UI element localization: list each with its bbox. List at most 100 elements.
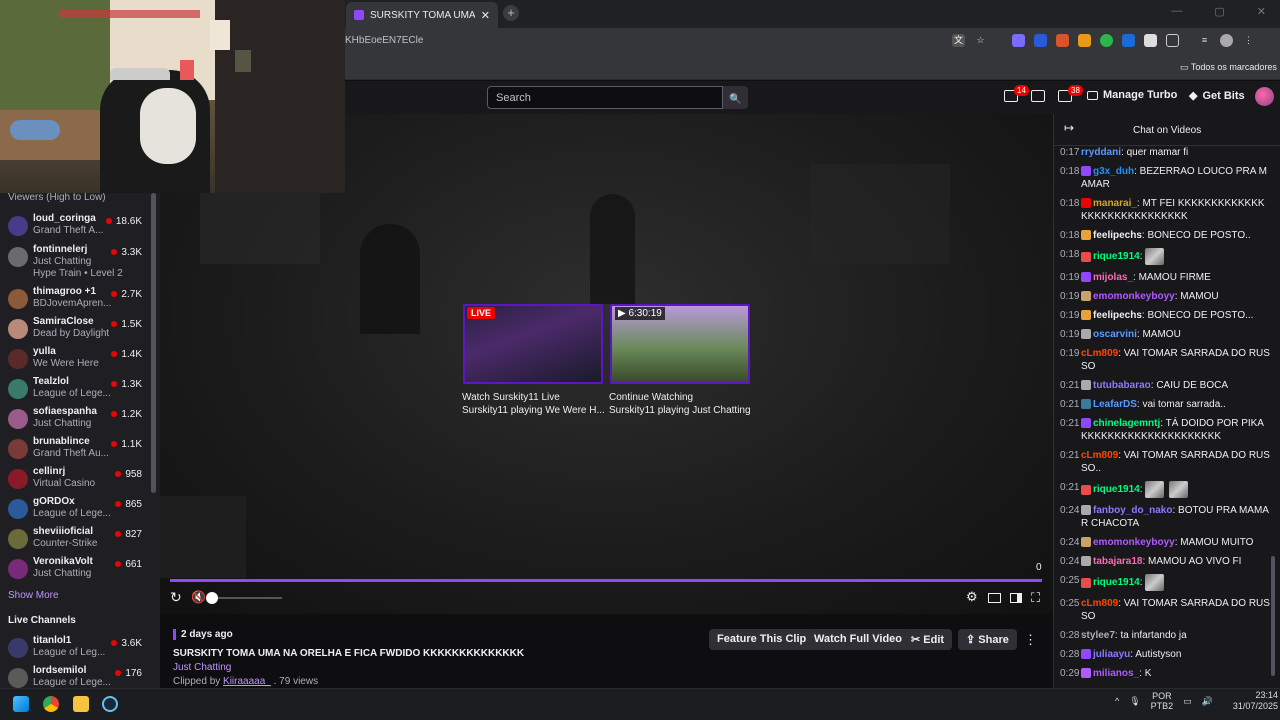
chat-username[interactable]: rique1914 [1093, 577, 1140, 588]
get-bits-button[interactable]: ◆ Get Bits [1189, 89, 1245, 103]
replay-icon[interactable]: ↻ [170, 589, 182, 606]
chrome-menu-icon[interactable]: ⋮ [1242, 34, 1255, 47]
sidebar-channel[interactable]: brunablince Grand Theft Au... 1.1K [0, 435, 150, 465]
more-options-icon[interactable]: ⋮ [1024, 632, 1037, 648]
chat-username[interactable]: stylee7 [1081, 630, 1115, 641]
volume-icon[interactable]: 🔊 [1202, 696, 1213, 707]
chat-scrollbar[interactable] [1271, 556, 1275, 676]
maximize-icon[interactable]: ▢ [1214, 5, 1224, 18]
sidebar-channel[interactable]: sheviiioficial Counter-Strike 827 [0, 525, 150, 555]
chat-username[interactable]: fanboy_do_nako [1093, 505, 1172, 516]
sidebar-channel[interactable]: fontinnelerj Just Chatting 3.3K Hype Train … [0, 243, 150, 279]
clock[interactable]: 23:14 31/07/2025 [1233, 690, 1278, 712]
extension-2-icon[interactable] [1034, 34, 1047, 47]
media-control-icon[interactable]: ≡ [1198, 34, 1211, 47]
chat-username[interactable]: emomonkeyboyy [1093, 537, 1175, 548]
url-text[interactable]: KHbEoeEN7ECle [345, 35, 423, 46]
tray-overflow-icon[interactable]: ^ [1115, 696, 1119, 706]
whispers-icon[interactable] [1031, 90, 1045, 102]
input-language[interactable]: POR PTB2 [1151, 691, 1174, 711]
mute-icon[interactable]: 🔇 [191, 590, 206, 604]
search-input[interactable]: Search [487, 86, 723, 109]
edit-button[interactable]: ✂ Edit [903, 629, 953, 650]
sidebar-channel[interactable]: titanlol1 League of Leg... 3.6K [0, 634, 150, 664]
chat-username[interactable]: rryddani [1081, 147, 1121, 158]
chat-username[interactable]: manarai_ [1093, 198, 1137, 209]
chat-timestamp: 0:17 [1060, 147, 1080, 158]
seek-bar[interactable] [170, 579, 1042, 582]
user-avatar[interactable] [1255, 87, 1274, 106]
chat-message: 0:19 emomonkeyboyy: MAMOU [1060, 290, 1270, 303]
sidebar-channel[interactable]: thimagroo +1 BDJovemApren... 2.7K [0, 285, 150, 315]
chat-username[interactable]: cLm809 [1081, 450, 1118, 461]
search-button[interactable]: 🔍 [723, 86, 748, 109]
sidebar-scrollbar[interactable] [151, 193, 156, 493]
chat-username[interactable]: g3x_duh [1093, 166, 1134, 177]
chat-username[interactable]: tabajara18 [1093, 556, 1142, 567]
chat-username[interactable]: mijolas_ [1093, 272, 1133, 283]
manage-turbo-button[interactable]: Manage Turbo [1087, 89, 1177, 101]
network-icon[interactable]: ▭ [1183, 696, 1192, 707]
windows-start-icon[interactable] [13, 696, 29, 712]
sidebar-channel[interactable]: loud_coringa Grand Theft A... 18.6K [0, 212, 150, 242]
chat-username[interactable]: milianos_ [1093, 668, 1139, 679]
notifications-icon[interactable]: 14 [1004, 85, 1029, 102]
sidebar-channel[interactable]: SamiraClose Dead by Daylight 1.5K [0, 315, 150, 345]
extension-6-icon[interactable] [1122, 34, 1135, 47]
clipper-link[interactable]: Kiiraaaaa_ [223, 676, 271, 687]
activity-icon[interactable]: 38 [1058, 85, 1083, 102]
minimize-icon[interactable]: — [1171, 5, 1182, 18]
show-more-link[interactable]: Show More [8, 590, 59, 601]
channel-viewer-count: 2.7K [111, 289, 142, 300]
fullscreen-icon[interactable]: ⛶ [1031, 590, 1040, 606]
chat-username[interactable]: LeafarDS [1093, 399, 1137, 410]
sidebar-channel[interactable]: sofiaespanha Just Chatting 1.2K [0, 405, 150, 435]
browser-tab-active[interactable]: SURSKITY TOMA UMA NA ORELHA E FICA FWDID… [346, 2, 498, 28]
watch-live-line1[interactable]: Watch Surskity11 Live [462, 391, 560, 404]
continue-watching-line1[interactable]: Continue Watching [609, 391, 693, 404]
sort-label[interactable]: Viewers (High to Low) [8, 192, 106, 203]
chat-username[interactable]: juliaayu [1093, 649, 1130, 660]
extension-1-icon[interactable] [1012, 34, 1025, 47]
chat-username[interactable]: emomonkeyboyy [1093, 291, 1175, 302]
extension-3-icon[interactable] [1056, 34, 1069, 47]
volume-knob[interactable] [206, 592, 218, 604]
sidebar-channel[interactable]: gORDOx League of Lege... 865 [0, 495, 150, 525]
new-tab-button[interactable]: + [503, 5, 519, 21]
chat-username[interactable]: cLm809 [1081, 598, 1118, 609]
feature-clip-button[interactable]: Feature This Clip [709, 629, 815, 650]
settings-gear-icon[interactable]: ⚙ [966, 589, 978, 605]
steam-icon[interactable] [102, 696, 118, 712]
chat-username[interactable]: oscarvini [1093, 329, 1137, 340]
extensions-puzzle-icon[interactable] [1166, 34, 1179, 47]
chat-username[interactable]: chinelagemntj [1093, 418, 1160, 429]
tab-close-icon[interactable]: ✕ [481, 9, 490, 22]
translate-icon[interactable]: 文 [952, 34, 965, 47]
chat-username[interactable]: feelipechs [1093, 310, 1142, 321]
sidebar-channel[interactable]: Tealzlol League of Lege... 1.3K [0, 375, 150, 405]
sidebar-channel[interactable]: yulla We Were Here 1.4K [0, 345, 150, 375]
sidebar-channel[interactable]: cellinrj Virtual Casino 958 [0, 465, 150, 495]
chat-username[interactable]: rique1914 [1093, 484, 1140, 495]
profile-icon[interactable] [1220, 34, 1233, 47]
microphone-icon[interactable]: 🎙 [1129, 696, 1140, 707]
chat-username[interactable]: rique1914 [1093, 251, 1140, 262]
extension-7-icon[interactable] [1144, 34, 1157, 47]
chat-username[interactable]: tutubabarao [1093, 380, 1151, 391]
extension-5-icon[interactable] [1100, 34, 1113, 47]
watch-full-video-button[interactable]: Watch Full Video [806, 629, 911, 650]
chat-username[interactable]: feelipechs [1093, 230, 1142, 241]
sidebar-channel[interactable]: VeronikaVolt Just Chatting 661 [0, 555, 150, 585]
chrome-taskbar-icon[interactable] [43, 696, 59, 712]
all-bookmarks-folder[interactable]: ▭ Todos os marcadores [1180, 62, 1277, 73]
miniplayer-icon[interactable] [1010, 593, 1022, 603]
share-button[interactable]: ⇪ Share [958, 629, 1017, 650]
extension-4-icon[interactable] [1078, 34, 1091, 47]
chat-username[interactable]: cLm809 [1081, 348, 1118, 359]
theatre-mode-icon[interactable] [988, 593, 1001, 603]
clip-category-link[interactable]: Just Chatting [173, 662, 231, 673]
bookmark-star-icon[interactable]: ☆ [974, 34, 987, 47]
file-explorer-icon[interactable] [73, 696, 89, 712]
collapse-chat-icon[interactable]: ↦ [1064, 121, 1074, 135]
close-window-icon[interactable]: ✕ [1257, 5, 1266, 18]
